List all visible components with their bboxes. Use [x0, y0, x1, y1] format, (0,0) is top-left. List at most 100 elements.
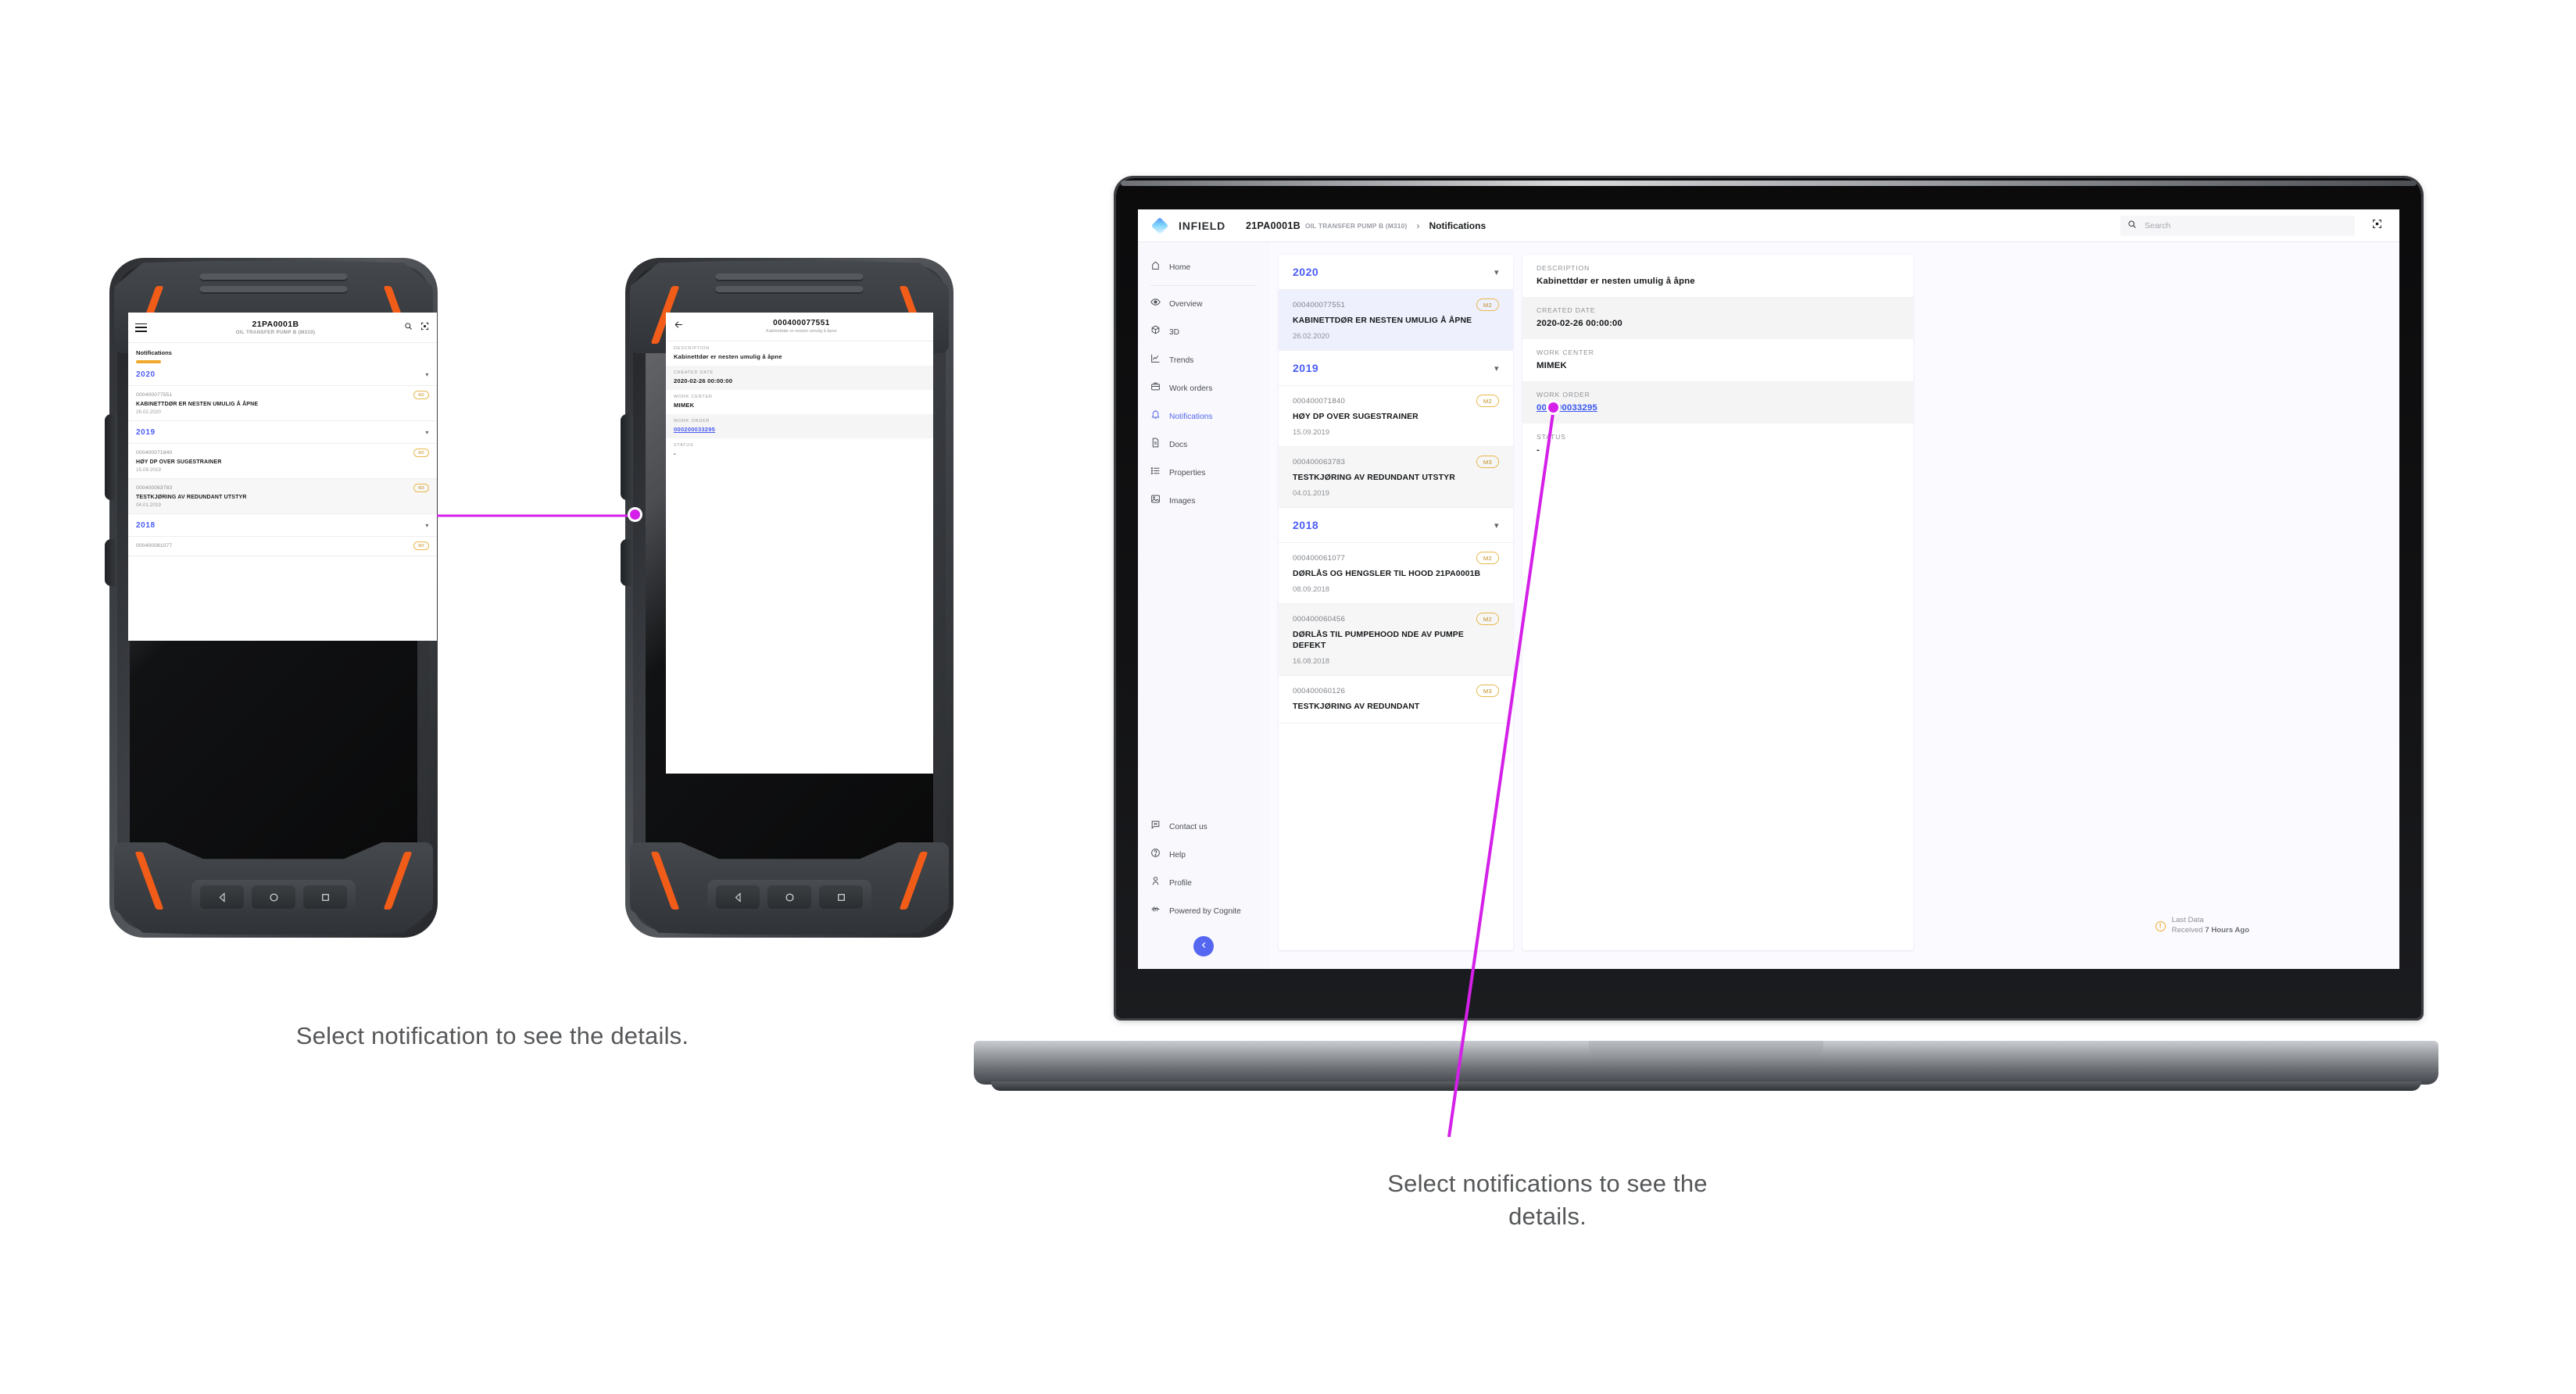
detail-field-work-order: WORK ORDER 000200033295	[1522, 381, 1913, 424]
year-group-header[interactable]: 2019 ▾	[128, 421, 437, 445]
phone-side-button-power[interactable]	[105, 414, 117, 500]
sidebar-item-work-orders[interactable]: Work orders	[1138, 374, 1269, 402]
notification-list-item[interactable]: 000400061077 M2 DØRLÅS OG HENGSLER TIL H…	[1279, 543, 1513, 605]
sidebar-item-label: Images	[1169, 496, 1196, 506]
search-icon[interactable]	[404, 320, 413, 334]
phone-navigation-bar	[191, 880, 356, 914]
field-value: -	[674, 449, 676, 457]
android-recents-button[interactable]	[819, 885, 863, 909]
chevron-down-icon[interactable]: ▾	[425, 429, 429, 436]
notification-list-item[interactable]: 000400077551 M2 KABINETTDØR ER NESTEN UM…	[128, 386, 437, 422]
android-recents-button[interactable]	[303, 885, 347, 909]
sidebar-item-contact-us[interactable]: Contact us	[1138, 813, 1269, 841]
notification-list-item[interactable]: 000400060456 M2 DØRLÅS TIL PUMPEHOOD NDE…	[1279, 604, 1513, 677]
phone-side-button-volume[interactable]	[621, 539, 633, 586]
detail-field-created-date: CREATED DATE 2020-02-26 00:00:00	[1522, 297, 1913, 339]
detail-field-created-date: CREATED DATE 2020-02-26 00:00:00	[666, 365, 933, 390]
sidebar-item-properties[interactable]: Properties	[1138, 459, 1269, 487]
chevron-down-icon[interactable]: ▾	[1494, 363, 1499, 374]
year-label: 2019	[136, 428, 156, 438]
sidebar-collapse-button[interactable]	[1193, 936, 1214, 956]
search-input[interactable]: Search	[2120, 215, 2355, 236]
year-group-header[interactable]: 2019 ▾	[1279, 351, 1513, 387]
breadcrumb-asset-subtitle: OIL TRANSFER PUMP B (M310)	[1304, 221, 1408, 230]
notification-description: TESTKJØRING AV REDUNDANT UTSTYR	[136, 495, 247, 501]
notification-list-item[interactable]: 000400061077 M2	[128, 537, 437, 557]
chevron-down-icon[interactable]: ▾	[1494, 520, 1499, 531]
field-label: WORK CENTER	[674, 394, 713, 399]
notification-list-item[interactable]: 000400063783 M3 TESTKJØRING AV REDUNDANT…	[1279, 447, 1513, 509]
field-label: WORK CENTER	[1537, 348, 1594, 356]
notification-list-item[interactable]: 000400077551 M2 KABINETTDØR ER NESTEN UM…	[1279, 290, 1513, 352]
sidebar-item-docs[interactable]: Docs	[1138, 431, 1269, 459]
last-data-line2-prefix: Received	[2171, 926, 2206, 935]
sidebar-item-powered-by-cognite[interactable]: Powered by Cognite	[1138, 897, 1269, 925]
notification-description: TESTKJØRING AV REDUNDANT UTSTYR	[1293, 474, 1455, 483]
briefcase-icon	[1150, 381, 1161, 395]
year-group-header[interactable]: 2020 ▾	[1279, 255, 1513, 290]
phone-side-button-volume[interactable]	[105, 539, 117, 586]
notification-list-item[interactable]: 000400063783 M3 TESTKJØRING AV REDUNDANT…	[128, 479, 437, 515]
notification-list-item[interactable]: 000400071840 M2 HØY DP OVER SUGESTRAINER…	[128, 444, 437, 480]
phone-tab-notifications[interactable]: Notifications	[128, 343, 437, 364]
field-value: Kabinettdør er nesten umulig å åpne	[674, 352, 782, 360]
notification-description: DØRLÅS OG HENGSLER TIL HOOD 21PA0001B	[1293, 570, 1481, 579]
year-group-header[interactable]: 2020 ▾	[128, 363, 437, 387]
chevron-down-icon[interactable]: ▾	[425, 522, 429, 529]
year-label: 2018	[136, 521, 156, 531]
sidebar-item-help[interactable]: Help	[1138, 841, 1269, 869]
notification-row-top: 000400061077 M2	[1293, 552, 1499, 565]
sidebar-item-notifications[interactable]: Notifications	[1138, 402, 1269, 431]
hamburger-icon[interactable]	[135, 323, 147, 332]
sidebar-divider	[1150, 285, 1257, 286]
asset-title: 21PA0001B	[252, 320, 299, 329]
priority-badge: M2	[1476, 613, 1499, 626]
notification-subtitle: Kabinettdør er nesten umulig å åpne	[766, 329, 837, 334]
notification-date: 15.09.2019	[1293, 427, 1329, 437]
laptop-base-edge	[991, 1081, 2421, 1091]
android-home-button[interactable]	[767, 885, 811, 909]
work-order-link[interactable]: 000200033295	[674, 426, 925, 433]
notification-description: KABINETTDØR ER NESTEN UMULIG Å ÅPNE	[1293, 316, 1472, 325]
android-back-button[interactable]	[716, 885, 760, 909]
back-arrow-icon[interactable]	[674, 320, 684, 334]
chevron-down-icon[interactable]: ▾	[425, 371, 429, 378]
last-data-text: Last Data Received 7 Hours Ago	[2172, 916, 2249, 936]
bell-icon	[1150, 409, 1161, 424]
phone-device-list: 21PA0001B OIL TRANSFER PUMP B (M310) Not…	[105, 258, 438, 938]
work-order-link[interactable]: 000200033295	[1537, 403, 1899, 413]
notification-id: 000400071840	[1293, 396, 1346, 406]
notifications-list-panel[interactable]: 2020 ▾ 000400077551 M2 KABINETTDØR ER NE…	[1279, 255, 1513, 950]
android-back-button[interactable]	[200, 885, 244, 909]
notification-description: DØRLÅS TIL PUMPEHOOD NDE AV PUMPE DEFEKT	[1293, 631, 1464, 651]
fullscreen-icon[interactable]	[420, 320, 429, 334]
sidebar-item-profile[interactable]: Profile	[1138, 869, 1269, 897]
fullscreen-icon[interactable]	[2372, 219, 2382, 233]
image-icon	[1150, 494, 1161, 508]
connector-line-phones	[406, 514, 633, 517]
sidebar-item-3d[interactable]: 3D	[1138, 318, 1269, 346]
cognite-logo-icon	[1150, 904, 1161, 918]
field-value: 2020-02-26 00:00:00	[1537, 319, 1623, 328]
field-label: CREATED DATE	[674, 370, 714, 375]
phone-detail-titles: 000400077551 Kabinettdør er nesten umuli…	[692, 319, 925, 334]
sidebar-item-home[interactable]: Home	[1138, 253, 1269, 281]
chevron-down-icon[interactable]: ▾	[1494, 267, 1499, 277]
sidebar-item-images[interactable]: Images	[1138, 487, 1269, 515]
breadcrumb-asset[interactable]: 21PA0001B	[1246, 220, 1301, 231]
year-label: 2020	[136, 370, 156, 380]
year-group-header[interactable]: 2018 ▾	[1279, 508, 1513, 544]
laptop-lid: INFIELD 21PA0001B OIL TRANSFER PUMP B (M…	[1116, 178, 2421, 1018]
field-label: DESCRIPTION	[674, 345, 710, 351]
field-label: STATUS	[674, 442, 694, 448]
year-group-header[interactable]: 2018 ▾	[128, 514, 437, 538]
sidebar-item-trends[interactable]: Trends	[1138, 346, 1269, 374]
sidebar-item-overview[interactable]: Overview	[1138, 290, 1269, 318]
notification-list-item[interactable]: 000400060126 M3 TESTKJØRING AV REDUNDANT	[1279, 676, 1513, 724]
phone-side-button-power[interactable]	[621, 414, 633, 500]
priority-badge: M2	[413, 449, 429, 458]
android-home-button[interactable]	[252, 885, 295, 909]
phone-caption: Select notification to see the details.	[295, 1022, 689, 1049]
notification-date: 04.01.2019	[136, 502, 161, 509]
notification-list-item[interactable]: 000400071840 M2 HØY DP OVER SUGESTRAINER…	[1279, 386, 1513, 448]
